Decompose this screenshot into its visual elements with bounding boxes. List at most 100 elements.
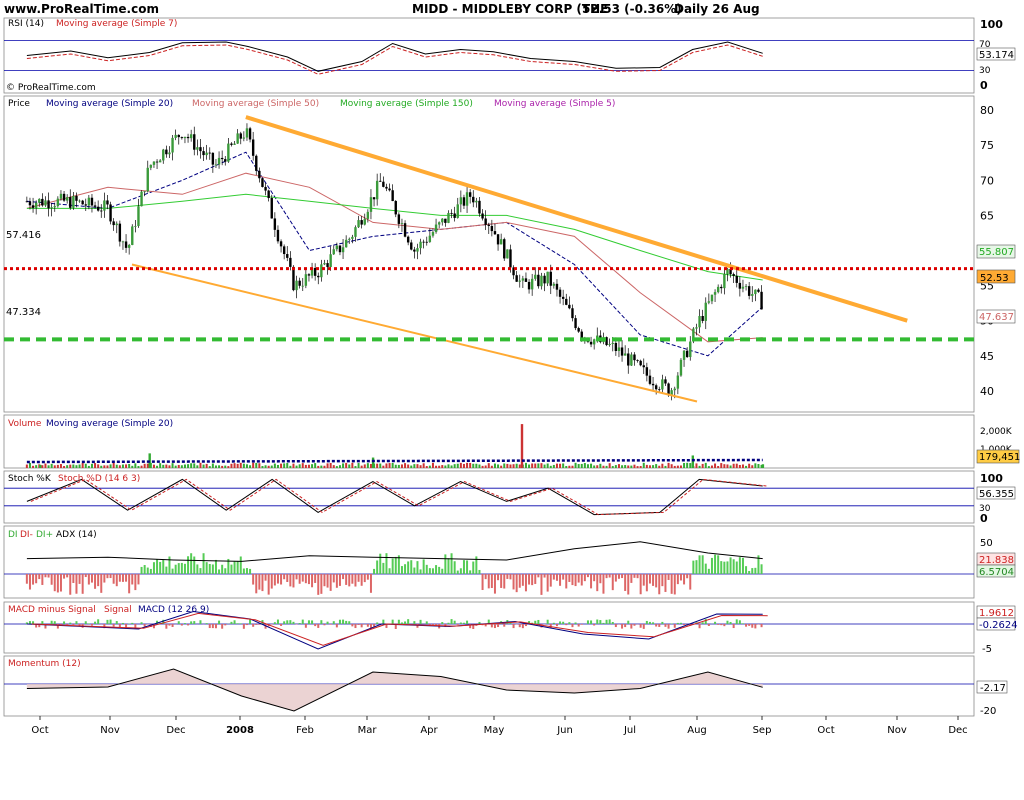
adx-di-bar: [233, 561, 236, 574]
volume-bar: [143, 463, 146, 468]
price-candle-body: [636, 360, 639, 361]
adx-di-bar: [661, 574, 664, 587]
volume-peak-bar: [39, 464, 42, 468]
price-candle-body: [515, 275, 518, 282]
price-candle-body: [580, 331, 583, 338]
panel-stoch: [3, 470, 975, 524]
di-minus-legend: DI-: [20, 530, 33, 540]
adx-di-bar: [515, 574, 518, 593]
sma150-legend: Moving average (Simple 150): [340, 99, 473, 109]
macd-hist-bar: [537, 619, 540, 624]
adx-di-bar: [72, 574, 75, 583]
price-tick-label: 45: [980, 350, 994, 363]
adx-di-bar: [435, 565, 438, 574]
price-candle-body: [84, 204, 87, 206]
adx-di-bar: [428, 568, 431, 574]
di-plus-value: 6.5704: [979, 567, 1014, 578]
macd-hist-bar: [676, 622, 679, 624]
macd-hist-bar: [320, 620, 323, 624]
volume-bar: [174, 465, 177, 468]
volume-bar: [214, 465, 217, 468]
price-candle-body: [242, 137, 246, 139]
price-candle-body: [475, 200, 478, 203]
adx-di-bar: [679, 574, 682, 581]
di-legend: DI: [8, 530, 18, 540]
macd-hist-bar: [661, 621, 664, 624]
volume-bar: [44, 463, 47, 468]
macd-hist-bar: [574, 622, 577, 624]
macd-hist-bar: [115, 621, 118, 624]
adx-di-bar: [534, 574, 537, 584]
macd-hist-bar: [624, 624, 627, 628]
volume-bar: [388, 463, 391, 468]
price-candle-body: [224, 159, 227, 162]
price-candle-body: [710, 294, 714, 302]
rsi-ma-legend: Moving average (Simple 7): [56, 19, 177, 29]
volume-bar: [472, 463, 475, 468]
price-candle-body: [617, 347, 621, 351]
adx-di-bar: [425, 564, 428, 574]
macd-hist-bar: [242, 624, 245, 629]
price-candle-body: [760, 291, 763, 310]
price-candle-body: [134, 225, 137, 227]
price-candle-body: [155, 161, 159, 163]
adx-di-bar: [751, 568, 754, 574]
volume-bar: [484, 465, 487, 468]
macd-hist-bar: [568, 622, 571, 624]
volume-bar: [481, 465, 484, 468]
volume-bar: [125, 464, 128, 468]
volume-bar: [422, 463, 425, 468]
volume-bar: [754, 463, 757, 468]
macd-hist-bar: [218, 620, 221, 624]
adx-di-bar: [717, 555, 720, 574]
adx-di-bar: [543, 574, 546, 578]
x-tick-label: Sep: [753, 725, 772, 736]
price-candle-body: [754, 289, 757, 295]
volume-bar: [500, 465, 503, 468]
price-candle-body: [434, 224, 438, 233]
macd-hist-bar: [183, 623, 186, 624]
price-candle-body: [369, 197, 373, 212]
volume-bar: [447, 464, 450, 468]
adx-di-bar: [245, 568, 248, 574]
macd-hist-bar: [419, 619, 422, 624]
price-candle-body: [642, 365, 645, 368]
price-candle-body: [447, 212, 450, 223]
price-candle-body: [571, 308, 574, 319]
adx-di-bar: [190, 553, 193, 574]
volume-bar: [205, 463, 208, 468]
adx-di-bar: [593, 574, 596, 582]
adx-di-bar: [667, 574, 670, 580]
sma20-legend: Moving average (Simple 20): [46, 99, 173, 109]
macd-hist-bar: [707, 624, 710, 626]
price-candle-body: [648, 375, 652, 384]
volume-bar: [397, 464, 400, 468]
price-candle-body: [47, 200, 50, 209]
macd-hist-bar: [230, 621, 233, 624]
price-candle-body: [744, 286, 748, 287]
volume-bar: [118, 465, 121, 468]
adx-di-bar: [385, 553, 388, 574]
price-candle-body: [230, 143, 233, 145]
adx-di-bar: [621, 574, 624, 579]
macd-hist-bar: [314, 624, 317, 627]
adx-di-bar: [524, 574, 527, 592]
price-candle-body: [363, 218, 366, 225]
volume-bar: [738, 464, 741, 468]
adx-di-bar: [447, 558, 450, 574]
volume-bar: [90, 463, 93, 468]
adx-di-bar: [503, 574, 506, 589]
adx-di-bar: [252, 574, 255, 585]
price-candle-body: [87, 197, 91, 206]
adx-di-bar: [28, 574, 31, 590]
adx-di-bar: [59, 574, 62, 592]
price-candle-body: [496, 234, 500, 245]
macd-hist-bar: [143, 624, 146, 627]
price-candle-body: [304, 274, 308, 286]
price-candle-body: [543, 275, 546, 284]
price-candle-body: [379, 180, 382, 182]
macd-hist-bar: [447, 622, 450, 624]
price-candle-body: [592, 339, 596, 345]
price-candle-body: [65, 197, 69, 201]
volume-bar: [462, 463, 465, 468]
